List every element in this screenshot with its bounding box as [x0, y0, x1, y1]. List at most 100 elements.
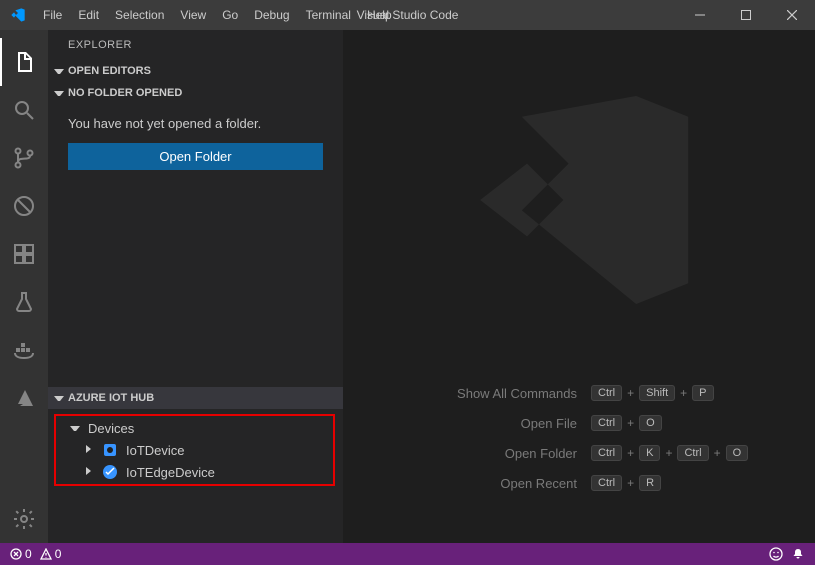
- status-errors[interactable]: 0: [10, 547, 32, 561]
- devices-label: Devices: [88, 421, 134, 436]
- menu-go[interactable]: Go: [214, 0, 246, 30]
- key: R: [639, 475, 661, 491]
- docker-icon: [12, 338, 36, 362]
- tree-node-iot-edge-device[interactable]: IoTEdgeDevice: [56, 461, 333, 483]
- vscode-logo-icon: [0, 0, 35, 30]
- window-title: Visual Studio Code: [357, 8, 459, 22]
- chevron-right-icon: [84, 467, 94, 477]
- plus-separator: +: [665, 446, 672, 460]
- shortcut-keys: Ctrl+K+Ctrl+O: [591, 445, 791, 461]
- error-icon: [10, 548, 22, 560]
- activity-bar: [0, 30, 48, 543]
- menu-terminal[interactable]: Terminal: [298, 0, 359, 30]
- status-bar: 0 0: [0, 543, 815, 565]
- key: O: [726, 445, 749, 461]
- menu-edit[interactable]: Edit: [70, 0, 107, 30]
- shortcut-row: Open File Ctrl + O: [367, 415, 791, 431]
- activity-test[interactable]: [0, 278, 48, 326]
- status-feedback[interactable]: [769, 547, 783, 561]
- warning-count: 0: [55, 547, 62, 561]
- minimize-button[interactable]: [677, 0, 723, 30]
- key: Ctrl: [591, 385, 622, 401]
- shortcut-label: Show All Commands: [367, 386, 577, 401]
- key: K: [639, 445, 660, 461]
- activity-explorer[interactable]: [0, 38, 48, 86]
- vscode-watermark-icon: [449, 70, 709, 335]
- explorer-sidebar: EXPLORER OPEN EDITORS NO FOLDER OPENED Y…: [48, 30, 343, 543]
- smiley-icon: [769, 547, 783, 561]
- plus-separator: +: [627, 446, 634, 460]
- device-icon: [102, 442, 118, 458]
- activity-azure[interactable]: [0, 374, 48, 422]
- chevron-down-icon: [54, 393, 64, 403]
- plus-separator: +: [627, 416, 634, 430]
- menu-selection[interactable]: Selection: [107, 0, 172, 30]
- key: Ctrl: [591, 445, 622, 461]
- flask-icon: [12, 290, 36, 314]
- shortcut-label: Open Recent: [367, 476, 577, 491]
- key: P: [692, 385, 713, 401]
- edge-device-icon: [102, 464, 118, 480]
- section-open-editors[interactable]: OPEN EDITORS: [48, 60, 343, 82]
- devices-highlight: Devices IoTDevice IoTEdgeDevice: [54, 414, 335, 486]
- no-folder-body: You have not yet opened a folder. Open F…: [48, 104, 343, 182]
- activity-docker[interactable]: [0, 326, 48, 374]
- chevron-down-icon: [54, 66, 64, 76]
- shortcut-keys: Ctrl + Shift + P: [591, 385, 791, 401]
- shortcut-row: Open RecentCtrl+R: [367, 475, 791, 491]
- status-notifications[interactable]: [791, 547, 805, 561]
- menu-file[interactable]: File: [35, 0, 70, 30]
- shortcuts-list: Show All Commands Ctrl + Shift + P Open File Ct…: [343, 385, 815, 491]
- window-controls: [677, 0, 815, 30]
- shortcut-keys: Ctrl + O: [591, 415, 791, 431]
- bell-icon: [791, 547, 805, 561]
- no-folder-message: You have not yet opened a folder.: [68, 116, 323, 131]
- key: Ctrl: [677, 445, 708, 461]
- gear-icon: [12, 507, 36, 531]
- shortcut-label: Open File: [367, 416, 577, 431]
- activity-extensions[interactable]: [0, 230, 48, 278]
- key: Shift: [639, 385, 675, 401]
- maximize-button[interactable]: [723, 0, 769, 30]
- chevron-right-icon: [84, 445, 94, 455]
- branch-icon: [12, 146, 36, 170]
- error-count: 0: [25, 547, 32, 561]
- menu-debug[interactable]: Debug: [246, 0, 297, 30]
- warning-icon: [40, 548, 52, 560]
- activity-settings[interactable]: [0, 495, 48, 543]
- search-icon: [12, 98, 36, 122]
- azure-iot-hub-label: AZURE IOT HUB: [68, 392, 154, 404]
- key: O: [639, 415, 662, 431]
- status-warnings[interactable]: 0: [40, 547, 62, 561]
- chevron-down-icon: [54, 88, 64, 98]
- key: Ctrl: [591, 415, 622, 431]
- shortcut-keys: Ctrl+R: [591, 475, 791, 491]
- azure-tree: Devices IoTDevice IoTEdgeDevice: [48, 409, 343, 493]
- plus-separator: +: [680, 386, 687, 400]
- device-label: IoTDevice: [126, 443, 185, 458]
- section-no-folder[interactable]: NO FOLDER OPENED: [48, 82, 343, 104]
- plus-separator: +: [627, 386, 634, 400]
- device-label: IoTEdgeDevice: [126, 465, 215, 480]
- shortcut-row: Open FolderCtrl+K+Ctrl+O: [367, 445, 791, 461]
- tree-node-iot-device[interactable]: IoTDevice: [56, 439, 333, 461]
- section-azure-iot-hub[interactable]: AZURE IOT HUB: [48, 387, 343, 409]
- activity-source-control[interactable]: [0, 134, 48, 182]
- close-button[interactable]: [769, 0, 815, 30]
- tree-node-devices[interactable]: Devices: [56, 417, 333, 439]
- plus-separator: +: [627, 476, 634, 490]
- files-icon: [12, 50, 36, 74]
- open-editors-label: OPEN EDITORS: [68, 65, 151, 77]
- no-folder-label: NO FOLDER OPENED: [68, 87, 182, 99]
- open-folder-button[interactable]: Open Folder: [68, 143, 323, 170]
- title-bar: File Edit Selection View Go Debug Termin…: [0, 0, 815, 30]
- bug-icon: [12, 194, 36, 218]
- sidebar-title: EXPLORER: [48, 30, 343, 60]
- editor-area: Show All Commands Ctrl + Shift + P Open File Ct…: [343, 30, 815, 543]
- menu-view[interactable]: View: [172, 0, 214, 30]
- activity-search[interactable]: [0, 86, 48, 134]
- chevron-down-icon: [70, 423, 80, 433]
- azure-icon: [12, 386, 36, 410]
- extensions-icon: [12, 242, 36, 266]
- activity-debug[interactable]: [0, 182, 48, 230]
